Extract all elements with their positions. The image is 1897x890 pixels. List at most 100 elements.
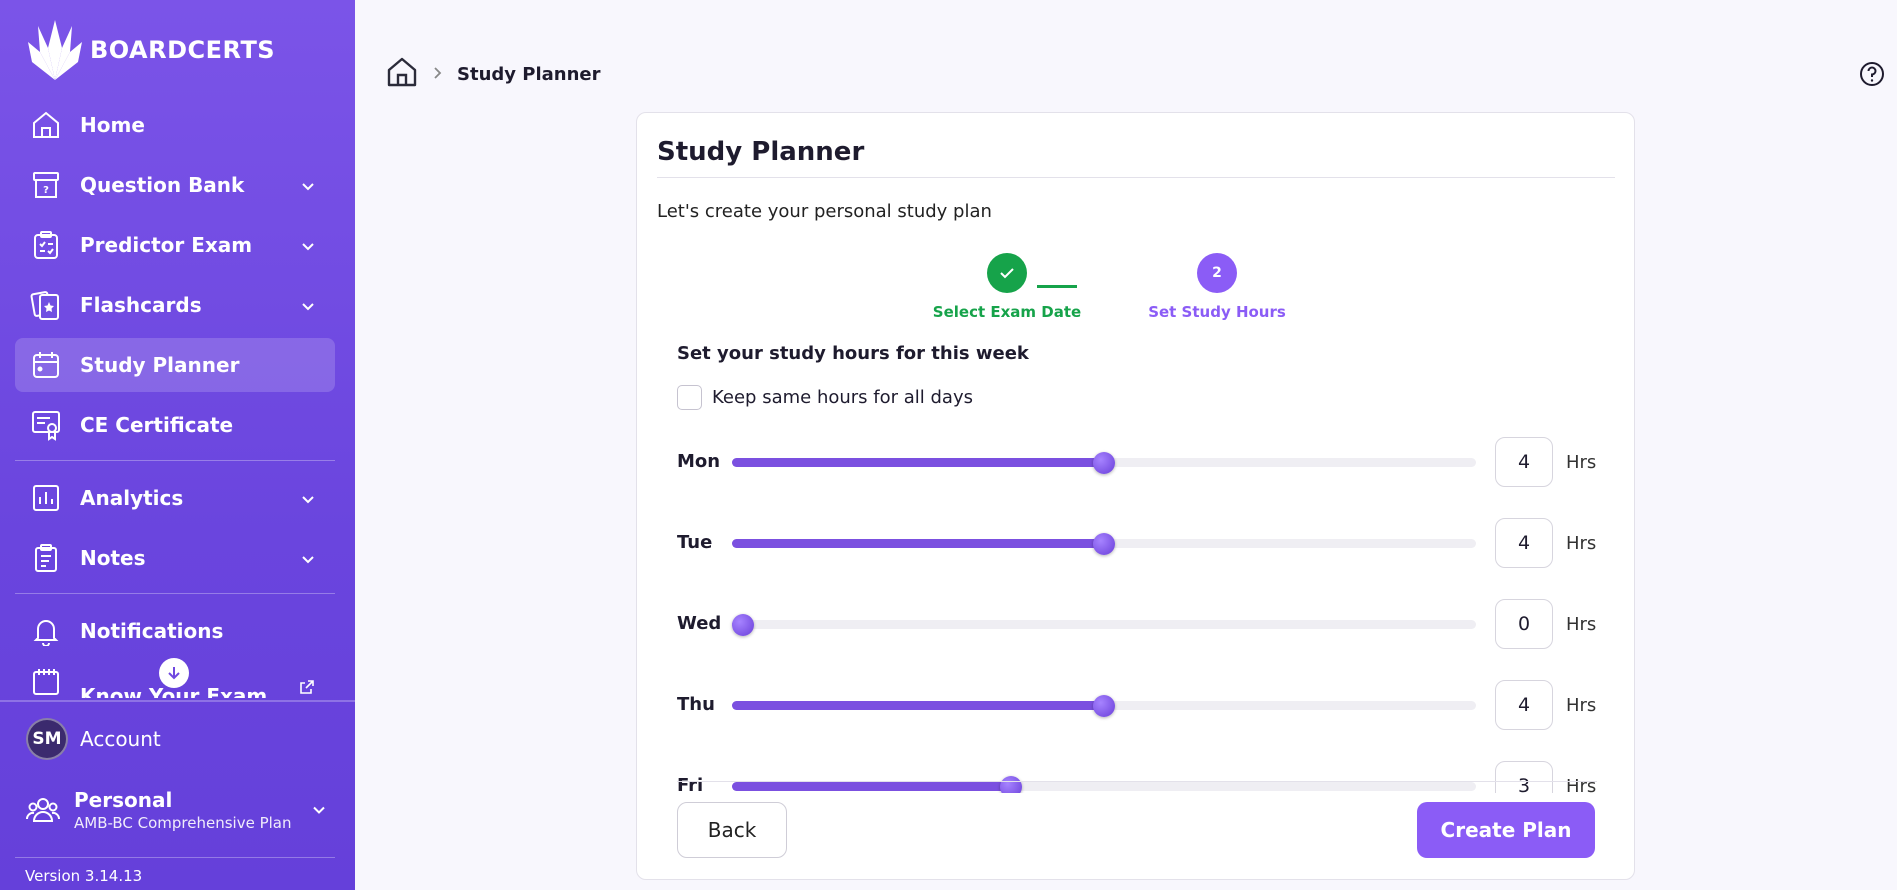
sidebar-item-home[interactable]: Home (15, 98, 335, 152)
sidebar-item-ce-certificate[interactable]: CE Certificate (15, 398, 335, 452)
account-button[interactable]: SM Account (26, 718, 161, 760)
chevron-down-icon[interactable] (312, 801, 326, 820)
home-icon (29, 108, 63, 142)
day-label: Mon (677, 451, 721, 472)
external-link-icon[interactable] (299, 676, 315, 698)
notes-icon (29, 541, 63, 575)
question-box-icon: ? (29, 168, 63, 202)
chevron-down-icon[interactable] (301, 293, 315, 317)
footer-divider (677, 781, 1597, 782)
step-label: Select Exam Date (932, 303, 1082, 321)
day-row: Thu 4 Hrs (637, 673, 1636, 733)
day-row: Wed 0 Hrs (637, 592, 1636, 652)
day-row: Mon 4 Hrs (637, 430, 1636, 490)
sidebar-item-label: Analytics (80, 486, 184, 510)
hours-slider[interactable] (732, 776, 1476, 793)
sidebar-item-label: Flashcards (80, 293, 202, 317)
home-icon[interactable] (385, 55, 419, 94)
sidebar-divider (15, 593, 335, 594)
sidebar-item-study-planner[interactable]: Study Planner (15, 338, 335, 392)
brand-logo[interactable]: BOARDCERTS (26, 18, 275, 82)
chevron-down-icon[interactable] (301, 546, 315, 570)
sidebar-item-question-bank[interactable]: ? Question Bank (15, 158, 335, 212)
sidebar-item-label: Home (80, 113, 145, 137)
sidebar-item-label: CE Certificate (80, 413, 234, 437)
slider-thumb[interactable] (732, 614, 754, 636)
sidebar: BOARDCERTS Home ? Question Bank Predicto… (0, 0, 355, 890)
slider-fill (732, 701, 1104, 710)
sidebar-nav: Home ? Question Bank Predictor Exam Flas… (15, 98, 335, 704)
hours-slider[interactable] (732, 533, 1476, 555)
app-version: Version 3.14.13 (25, 867, 143, 885)
check-icon (987, 253, 1027, 293)
clipboard-check-icon (29, 228, 63, 262)
slider-thumb[interactable] (1093, 695, 1115, 717)
brand-name: BOARDCERTS (90, 36, 276, 64)
back-button[interactable]: Back (677, 802, 787, 858)
sidebar-divider (0, 700, 355, 702)
same-hours-option[interactable]: Keep same hours for all days (677, 385, 973, 410)
hours-input[interactable]: 4 (1495, 437, 1553, 487)
slider-thumb[interactable] (1093, 452, 1115, 474)
hours-unit: Hrs (1566, 614, 1597, 635)
calendar-icon (29, 348, 63, 382)
scroll-down-button[interactable] (159, 658, 189, 688)
sidebar-item-notifications[interactable]: Notifications (15, 604, 335, 658)
sidebar-item-label: Notifications (80, 619, 224, 643)
hours-unit: Hrs (1566, 776, 1597, 793)
same-hours-label: Keep same hours for all days (712, 387, 973, 408)
certificate-icon (29, 408, 63, 442)
page-title: Study Planner (657, 137, 865, 167)
sidebar-item-predictor-exam[interactable]: Predictor Exam (15, 218, 335, 272)
plan-selector[interactable]: Personal AMB-BC Comprehensive Plan (26, 788, 326, 832)
hours-slider[interactable] (732, 695, 1476, 717)
arrow-down-icon (168, 667, 180, 680)
sidebar-item-analytics[interactable]: Analytics (15, 471, 335, 525)
hours-unit: Hrs (1566, 452, 1597, 473)
sidebar-divider (15, 460, 335, 461)
hours-input[interactable]: 4 (1495, 518, 1553, 568)
hours-input[interactable]: 4 (1495, 680, 1553, 730)
step-set-study-hours[interactable]: 2 Set Study Hours (1127, 253, 1307, 321)
bell-icon (29, 614, 63, 648)
create-plan-button[interactable]: Create Plan (1417, 802, 1595, 858)
chevron-right-icon (433, 64, 443, 85)
day-hours-list: Mon 4 Hrs Tue 4 Hrs Wed 0 Hrs Thu 4 Hrs Fri 3 Hrs (637, 413, 1636, 793)
day-label: Tue (677, 532, 713, 553)
day-label: Fri (677, 775, 704, 793)
sidebar-divider (15, 857, 335, 858)
card-subtitle: Let's create your personal study plan (657, 201, 992, 222)
sidebar-item-label: Notes (80, 546, 146, 570)
avatar: SM (26, 718, 68, 760)
users-icon (26, 798, 60, 822)
breadcrumb: Study Planner (385, 55, 601, 94)
day-label: Wed (677, 613, 722, 634)
hours-slider[interactable] (732, 452, 1476, 474)
step-label: Set Study Hours (1148, 303, 1286, 321)
exam-calendar-icon (29, 664, 63, 698)
slider-thumb[interactable] (1000, 776, 1022, 793)
plan-subtitle: AMB-BC Comprehensive Plan (74, 814, 292, 832)
bar-chart-icon (29, 481, 63, 515)
hours-unit: Hrs (1566, 695, 1597, 716)
same-hours-checkbox[interactable] (677, 385, 702, 410)
breadcrumb-current: Study Planner (457, 64, 601, 85)
day-row: Fri 3 Hrs (637, 754, 1636, 793)
study-planner-card: Study Planner Let's create your personal… (636, 112, 1635, 880)
chevron-down-icon[interactable] (301, 233, 315, 257)
help-icon[interactable] (1858, 60, 1886, 92)
slider-thumb[interactable] (1093, 533, 1115, 555)
svg-text:?: ? (43, 185, 49, 196)
plan-title: Personal (74, 788, 173, 812)
hours-input[interactable]: 3 (1495, 761, 1553, 793)
step-number: 2 (1197, 253, 1237, 293)
hours-slider[interactable] (732, 614, 1476, 636)
chevron-down-icon[interactable] (301, 173, 315, 197)
slider-fill (732, 782, 1011, 791)
sidebar-item-notes[interactable]: Notes (15, 531, 335, 585)
sidebar-item-flashcards[interactable]: Flashcards (15, 278, 335, 332)
title-divider (657, 177, 1615, 178)
logo-icon (28, 20, 82, 80)
hours-input[interactable]: 0 (1495, 599, 1553, 649)
chevron-down-icon[interactable] (301, 486, 315, 510)
